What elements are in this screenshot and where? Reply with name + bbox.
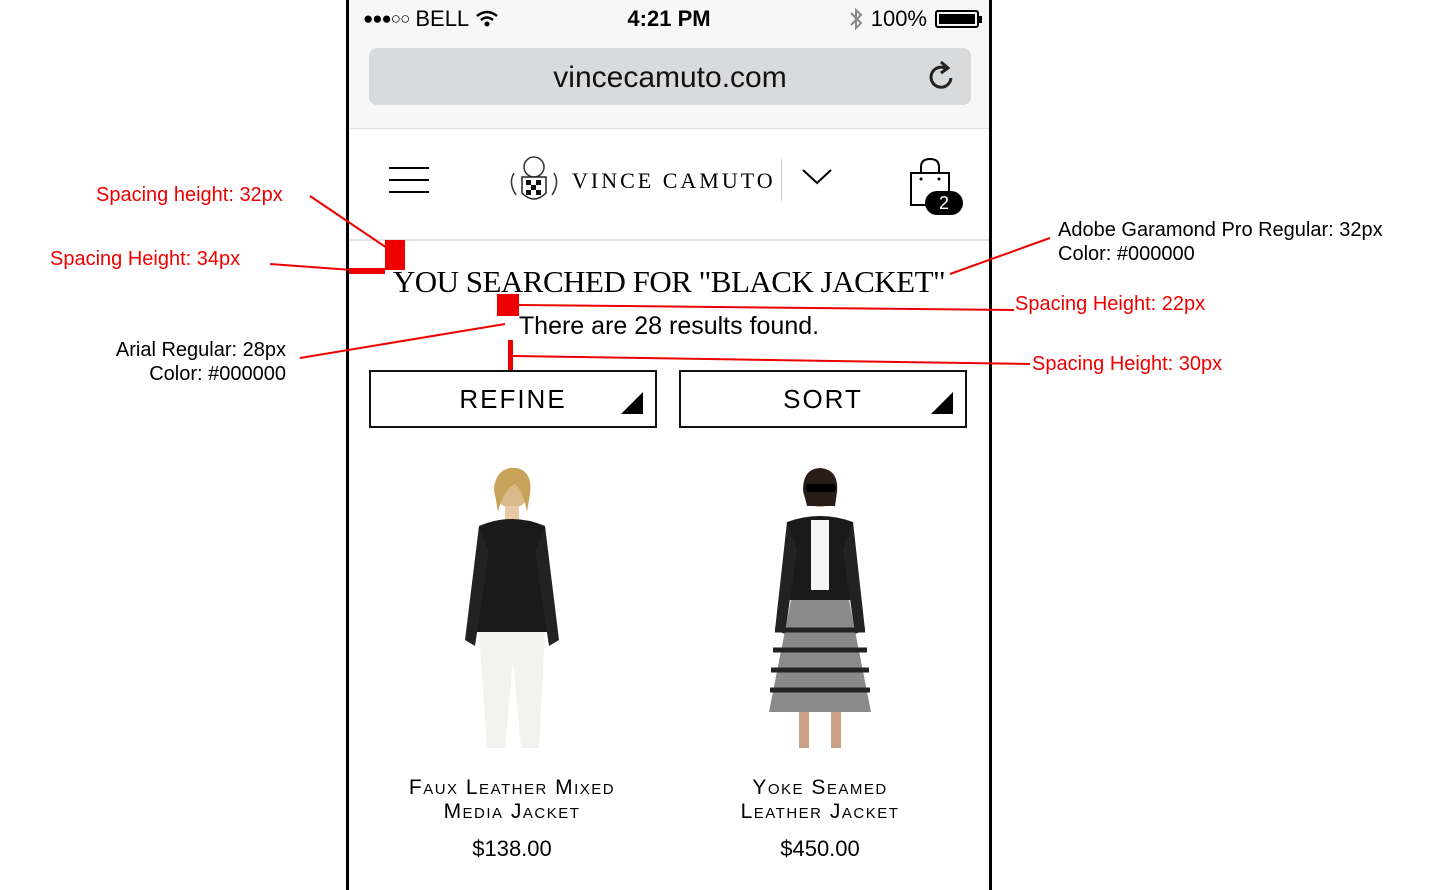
product-name-line2: Media Jacket — [443, 800, 581, 823]
crest-icon — [510, 156, 558, 200]
annotation-spacing-30: Spacing Height: 30px — [1032, 353, 1223, 375]
wifi-icon — [476, 10, 498, 27]
product-name-line2: Leather Jacket — [740, 800, 900, 823]
product-card[interactable]: Yoke Seamed Leather Jacket $450.00 — [675, 460, 965, 862]
bluetooth-icon — [850, 7, 863, 31]
phone-frame: ●●●○○ BELL 4:21 PM 100% vincecamuto.com — [346, 0, 992, 890]
cart-count-badge: 2 — [925, 191, 963, 215]
brand-logo[interactable]: VINCE CAMUTO — [504, 151, 776, 211]
header-divider — [781, 159, 782, 201]
refine-button[interactable]: REFINE — [369, 370, 657, 428]
product-image[interactable] — [675, 460, 965, 750]
battery-percent: 100% — [870, 6, 927, 31]
search-results-title: YOU SEARCHED FOR "BLACK JACKET" — [392, 264, 946, 299]
annotation-title-font: Adobe Garamond Pro Regular: 32px Color: … — [1058, 219, 1383, 265]
battery-icon — [935, 10, 982, 28]
annotation-body-font: Arial Regular: 28px Color: #000000 — [115, 339, 286, 385]
browser-bar: vincecamuto.com — [349, 38, 989, 129]
url-text: vincecamuto.com — [553, 61, 787, 94]
carrier-name: BELL — [415, 6, 470, 31]
product-price: $450.00 — [780, 836, 860, 861]
signal-icon: ●●●○○ — [363, 9, 410, 28]
site-header: VINCE CAMUTO 2 — [349, 129, 989, 241]
chevron-down-icon[interactable] — [801, 167, 833, 187]
url-bar[interactable]: vincecamuto.com — [369, 48, 971, 105]
annotation-spacing-34: Spacing Height: 34px — [50, 248, 241, 270]
product-name-line1: Yoke Seamed — [752, 776, 888, 799]
brand-name: VINCE CAMUTO — [572, 168, 776, 193]
product-image[interactable] — [367, 460, 657, 750]
menu-icon[interactable] — [389, 164, 431, 196]
product-name-line1: Faux Leather Mixed — [408, 776, 616, 799]
product-price: $138.00 — [472, 836, 552, 861]
corner-triangle-icon — [931, 392, 953, 414]
sort-button[interactable]: SORT — [679, 370, 967, 428]
reload-icon[interactable] — [927, 60, 957, 92]
annotation-spacing-32: Spacing height: 32px — [96, 184, 283, 206]
status-bar: ●●●○○ BELL 4:21 PM 100% — [349, 0, 989, 38]
refine-label: REFINE — [459, 384, 567, 414]
corner-triangle-icon — [621, 392, 643, 414]
sort-label: SORT — [783, 384, 863, 414]
product-card[interactable]: Faux Leather Mixed Media Jacket $138.00 — [367, 460, 657, 862]
results-count: There are 28 results found. — [518, 312, 820, 340]
annotation-spacing-22: Spacing Height: 22px — [1015, 293, 1206, 315]
